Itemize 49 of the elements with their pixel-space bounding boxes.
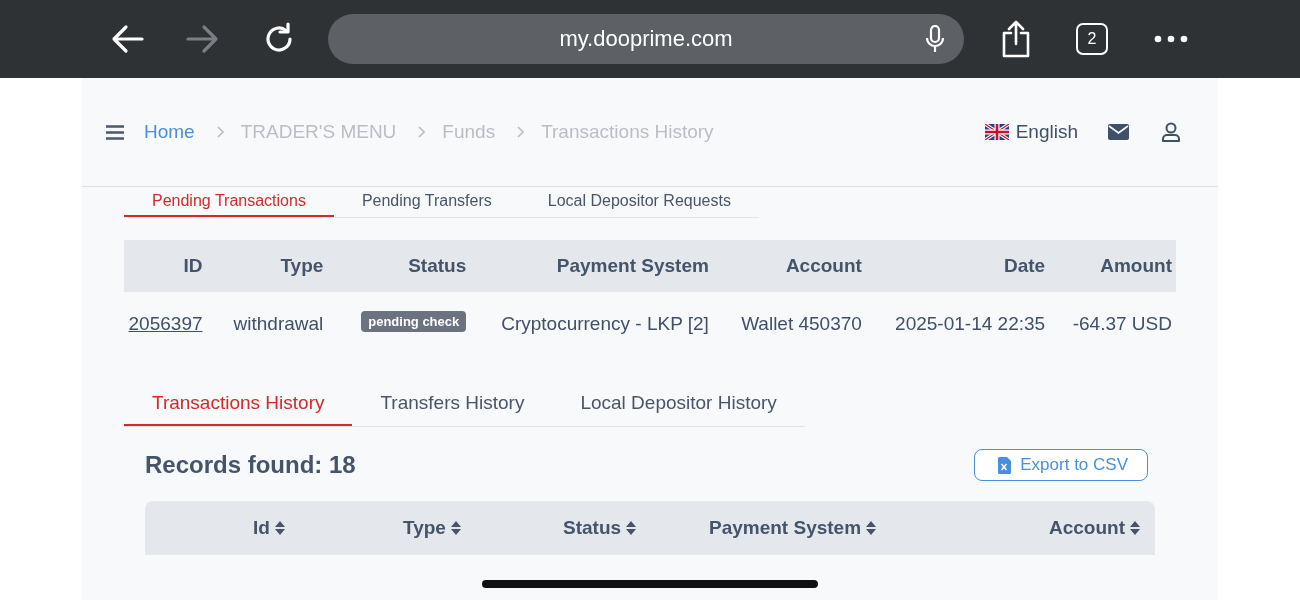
menu-icon[interactable] (106, 124, 124, 140)
column-header: Payment System (470, 240, 713, 292)
tab[interactable]: Pending Transactions (124, 189, 334, 217)
table-cell: -64.37 USD (1049, 292, 1176, 356)
table-cell: withdrawal (206, 292, 328, 356)
tab[interactable]: Local Depositor Requests (519, 189, 759, 217)
forward-icon[interactable] (186, 24, 220, 54)
export-button[interactable]: Export to CSV (974, 449, 1148, 481)
sort-icon (1130, 521, 1140, 535)
chevron-right-icon (216, 126, 224, 138)
sortable-column-header[interactable]: Type (403, 517, 563, 539)
sort-icon (626, 521, 637, 535)
sort-icon (450, 521, 461, 535)
sortable-column-header[interactable]: Account (1049, 517, 1140, 539)
microphone-icon[interactable] (926, 25, 944, 53)
table-cell: Cryptocurrency - LKP [2] (470, 292, 713, 356)
language-selector[interactable]: English (1015, 121, 1078, 143)
column-header: Account (712, 240, 866, 292)
column-header: Status (327, 240, 471, 292)
table-cell: Wallet 450370 (712, 292, 866, 356)
status-badge: pending check (361, 311, 467, 332)
column-header: Type (206, 240, 328, 292)
tab[interactable]: Transactions History (124, 386, 353, 426)
flag-icon (984, 124, 1009, 140)
more-icon[interactable] (1154, 35, 1188, 43)
back-icon[interactable] (110, 24, 144, 54)
breadcrumb-link[interactable]: Home (144, 121, 195, 143)
records-count: Records found: 18 (145, 451, 356, 479)
transaction-id-link[interactable]: 2056397 (128, 313, 203, 334)
tab[interactable]: Transfers History (352, 386, 553, 426)
sortable-column-header[interactable]: Id (253, 517, 403, 539)
chevron-right-icon (517, 126, 525, 138)
share-icon[interactable] (1000, 20, 1032, 58)
user-icon[interactable] (1162, 122, 1180, 142)
sortable-column-header[interactable]: Status (563, 517, 709, 539)
address-bar[interactable]: my.dooprime.com (328, 14, 964, 64)
tab[interactable]: Pending Transfers (333, 189, 520, 217)
column-header: Date (865, 240, 1050, 292)
sort-icon (866, 521, 877, 535)
sort-icon (274, 521, 285, 535)
table-cell: 2025-01-14 22:35 (865, 292, 1050, 356)
excel-file-icon (998, 456, 1012, 474)
tab[interactable]: Local Depositor History (552, 386, 805, 426)
column-header: ID (124, 240, 207, 292)
column-header: Amount (1049, 240, 1176, 292)
chevron-right-icon (418, 126, 426, 138)
tab-count-button[interactable]: 2 (1076, 23, 1108, 55)
sortable-column-header[interactable]: Payment System (709, 517, 1049, 539)
mail-icon[interactable] (1108, 124, 1129, 140)
